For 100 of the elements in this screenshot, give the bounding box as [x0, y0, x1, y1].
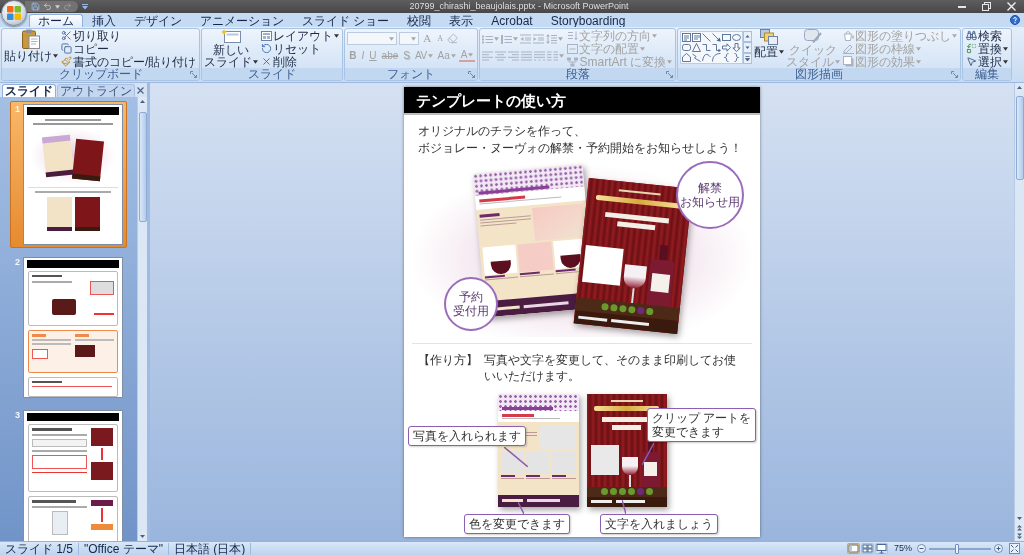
scroll-down-icon[interactable] [1015, 514, 1024, 523]
layout-icon [261, 30, 273, 41]
paintbrush-icon [61, 56, 72, 67]
arc-icon[interactable] [712, 53, 722, 62]
panel-tab[interactable]: アウトライン [57, 84, 135, 97]
gallery-down-icon[interactable] [743, 42, 753, 53]
slide-lead-text: オリジナルのチラシを作って、 [418, 123, 587, 140]
group-label: 段落 [565, 68, 590, 80]
ribbon-tab[interactable]: 表示 [440, 14, 483, 27]
caret-icon [427, 53, 433, 58]
group-label: クリップボード [58, 68, 143, 80]
zoom-out-icon[interactable] [917, 544, 926, 553]
zoom-slider-thumb[interactable] [954, 543, 959, 554]
slide-sorter-icon[interactable] [861, 543, 874, 554]
slide-lead-text: ボジョレー・ヌーヴォの解禁・予約開始をお知らせしよう！ [418, 140, 743, 157]
elbow-connector-icon[interactable] [702, 43, 712, 52]
badge-text: 予約 [459, 290, 483, 304]
text-direction-icon [567, 30, 579, 41]
badge-text: 受付用 [453, 304, 489, 318]
caret-icon [55, 4, 60, 9]
badge-text: お知らせ用 [680, 195, 740, 209]
oval-icon[interactable] [732, 33, 742, 42]
slide-number: 2 [14, 257, 21, 267]
delete-button[interactable]: 削除 [260, 55, 341, 68]
pentagon-icon[interactable] [682, 53, 692, 62]
new-slide-button[interactable]: 新しい スライド [204, 29, 259, 68]
callout-text: 文字を入れましょう [605, 517, 713, 531]
ribbon-tab[interactable]: スライド ショー [293, 14, 399, 27]
help-icon[interactable] [1010, 15, 1020, 25]
right-brace-icon[interactable] [732, 53, 742, 62]
cross-icon [261, 56, 273, 67]
clipboard-icon [22, 29, 40, 49]
caret-icon [411, 36, 417, 41]
arrow-line-icon[interactable] [712, 33, 722, 42]
slide-title: テンプレートの使い方 [416, 92, 566, 108]
callout-text: 写真を入れられます [413, 429, 521, 443]
normal-view-icon[interactable] [847, 543, 860, 554]
group-label: フォント [387, 68, 436, 80]
select-button[interactable]: 選択 [965, 55, 1010, 68]
elbow-arrow-icon[interactable] [712, 43, 722, 52]
zoom-in-icon[interactable] [994, 544, 1003, 553]
replace-icon [966, 43, 978, 54]
slide-number: 1 [14, 104, 21, 114]
reset-button[interactable]: リセット [260, 42, 341, 55]
scrollbar-thumb[interactable] [138, 112, 147, 222]
rectangle-icon[interactable] [722, 33, 732, 42]
format-painter-button[interactable]: 書式のコピー/貼り付け [60, 55, 198, 68]
left-brace-icon[interactable] [722, 53, 732, 62]
close-icon[interactable] [137, 86, 144, 94]
gallery-up-icon[interactable] [743, 31, 753, 42]
rounded-rectangle-icon[interactable] [682, 43, 692, 52]
pointer-icon [966, 56, 978, 67]
ribbon-tab[interactable]: ホーム [29, 14, 83, 27]
status-text: 日本語 (日本) [169, 542, 252, 555]
panel-tab[interactable]: スライド [2, 84, 56, 97]
rounded-square-icon [804, 29, 823, 43]
curve-icon[interactable] [702, 53, 712, 62]
group-label: 図形描画 [795, 68, 844, 80]
zoom-level-text: 75% [894, 544, 912, 553]
scissors-icon [61, 30, 72, 41]
new-slide-icon [221, 29, 242, 43]
customize-caret-icon[interactable] [82, 3, 88, 10]
office-logo-icon [7, 6, 21, 20]
dialog-launcher-icon[interactable] [190, 71, 198, 78]
gallery-more-icon[interactable] [743, 53, 753, 64]
paste-button[interactable]: 貼り付け [4, 29, 58, 62]
fit-to-window-icon[interactable] [1009, 543, 1020, 554]
triangle-icon[interactable] [692, 43, 702, 52]
cut-button[interactable]: 切り取り [60, 29, 198, 42]
caret-icon [558, 36, 564, 41]
ribbon-tab[interactable]: 校閲 [398, 14, 441, 27]
zigzag-line-icon[interactable] [692, 53, 702, 62]
caret-icon [513, 36, 519, 41]
ribbon-tab[interactable]: Acrobat [482, 14, 542, 27]
find-button[interactable]: 検索 [965, 29, 1010, 42]
vertical-text-box-icon[interactable] [692, 33, 702, 42]
ribbon-tab[interactable]: 挿入 [83, 14, 125, 27]
dialog-launcher-icon[interactable] [951, 71, 959, 78]
layout-button[interactable]: レイアウト [260, 29, 341, 42]
scrollbar-thumb[interactable] [1015, 96, 1024, 180]
stacked-squares-icon [760, 29, 779, 45]
copy-button[interactable]: コピー [60, 42, 198, 55]
caret-icon [559, 53, 565, 58]
ribbon-tab[interactable]: Storyboarding [541, 14, 635, 27]
shadow-square-icon [843, 56, 855, 67]
ribbon-tab[interactable]: アニメーション [191, 14, 293, 27]
save-icon[interactable] [31, 2, 40, 11]
rotate-arrow-icon [261, 43, 273, 54]
block-arrow-icon[interactable] [722, 43, 732, 52]
group-label: 編集 [975, 68, 1000, 80]
arrange-button[interactable]: 配置 [754, 29, 785, 58]
status-text: スライド 1/5 [0, 542, 79, 555]
text-box-icon[interactable] [682, 33, 692, 42]
line-icon[interactable] [702, 33, 712, 42]
undo-icon[interactable] [43, 2, 52, 11]
replace-button[interactable]: 置換 [965, 42, 1010, 55]
down-block-arrow-icon[interactable] [732, 43, 742, 52]
paint-bucket-icon [843, 30, 855, 41]
slide-show-icon[interactable] [875, 543, 888, 554]
ribbon-tab[interactable]: デザイン [125, 14, 191, 27]
